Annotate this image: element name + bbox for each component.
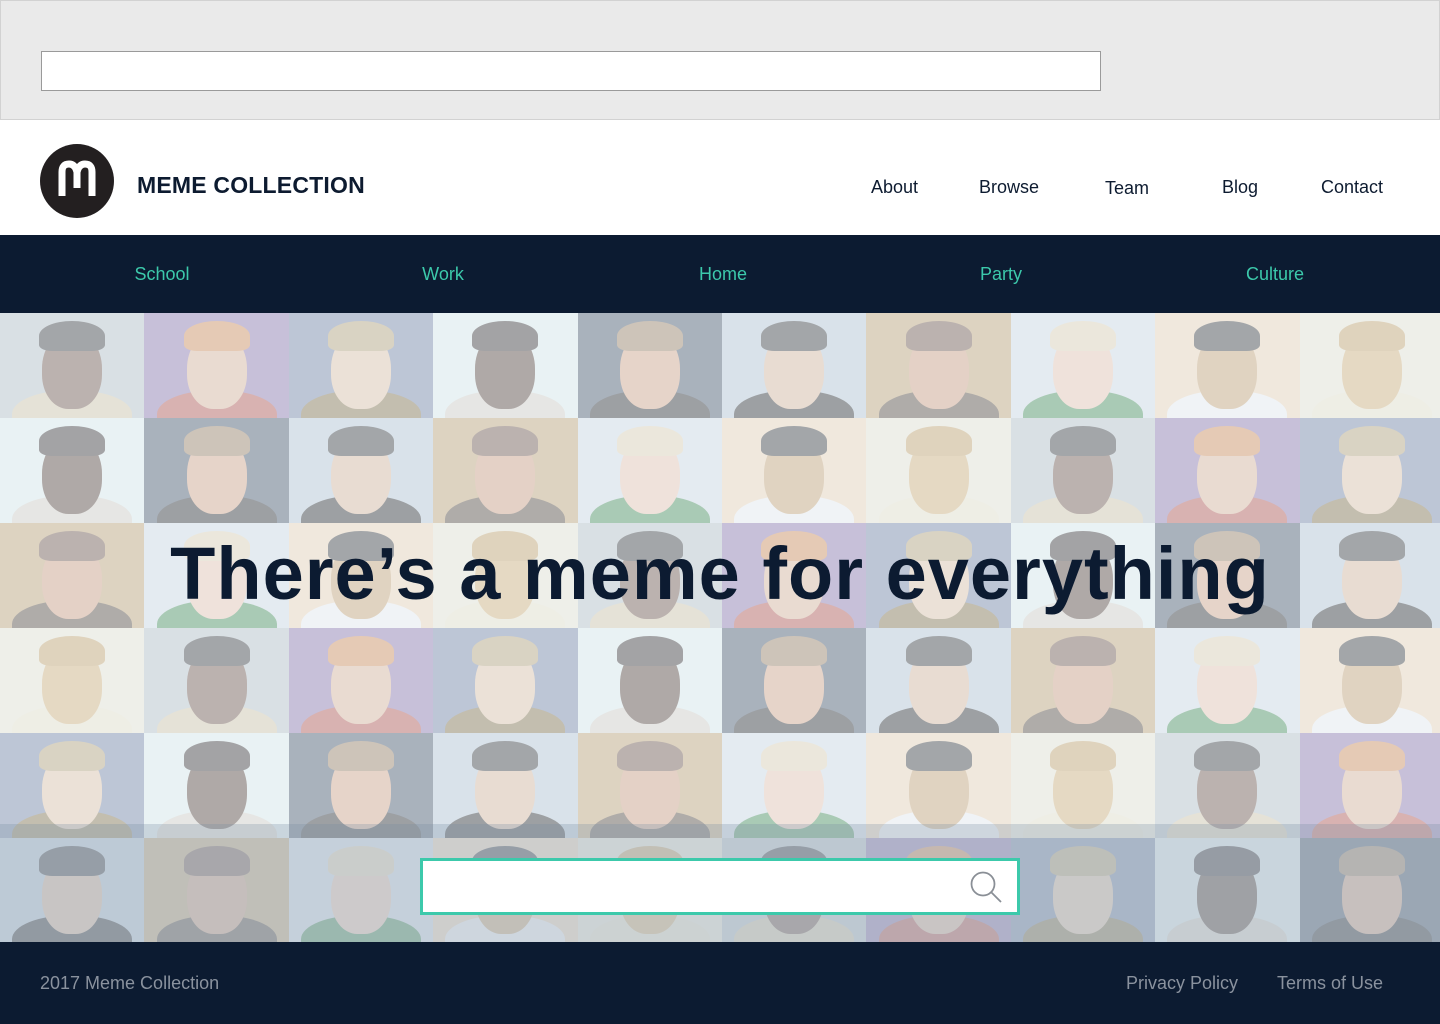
category-school[interactable]: School xyxy=(134,264,189,285)
footer-privacy-link[interactable]: Privacy Policy xyxy=(1126,973,1238,994)
nav-about[interactable]: About xyxy=(871,177,918,198)
footer-terms-link[interactable]: Terms of Use xyxy=(1277,973,1383,994)
address-bar[interactable] xyxy=(41,51,1101,91)
nav-browse[interactable]: Browse xyxy=(979,177,1039,198)
category-culture[interactable]: Culture xyxy=(1246,264,1304,285)
site-header: MEME COLLECTION About Browse Team Blog C… xyxy=(0,120,1440,235)
footer-copyright: 2017 Meme Collection xyxy=(40,973,220,993)
category-party[interactable]: Party xyxy=(980,264,1022,285)
search-icon[interactable] xyxy=(969,870,1003,904)
nav-team[interactable]: Team xyxy=(1105,178,1149,199)
nav-contact[interactable]: Contact xyxy=(1321,177,1383,198)
brand-name[interactable]: MEME COLLECTION xyxy=(137,172,365,199)
meme-search xyxy=(420,858,1020,915)
category-work[interactable]: Work xyxy=(422,264,464,285)
category-nav: School Work Home Party Culture xyxy=(0,235,1440,313)
nav-blog[interactable]: Blog xyxy=(1222,177,1258,198)
meme-search-input[interactable] xyxy=(423,861,963,912)
browser-toolbar xyxy=(0,0,1440,120)
hero-headline: There’s a meme for everything xyxy=(170,532,1270,615)
hero-collage: There’s a meme for everything xyxy=(0,313,1440,942)
site-footer: 2017 Meme Collection Privacy Policy Term… xyxy=(0,942,1440,1024)
category-home[interactable]: Home xyxy=(699,264,747,285)
logo[interactable] xyxy=(40,144,114,218)
logo-m-icon xyxy=(58,160,96,196)
